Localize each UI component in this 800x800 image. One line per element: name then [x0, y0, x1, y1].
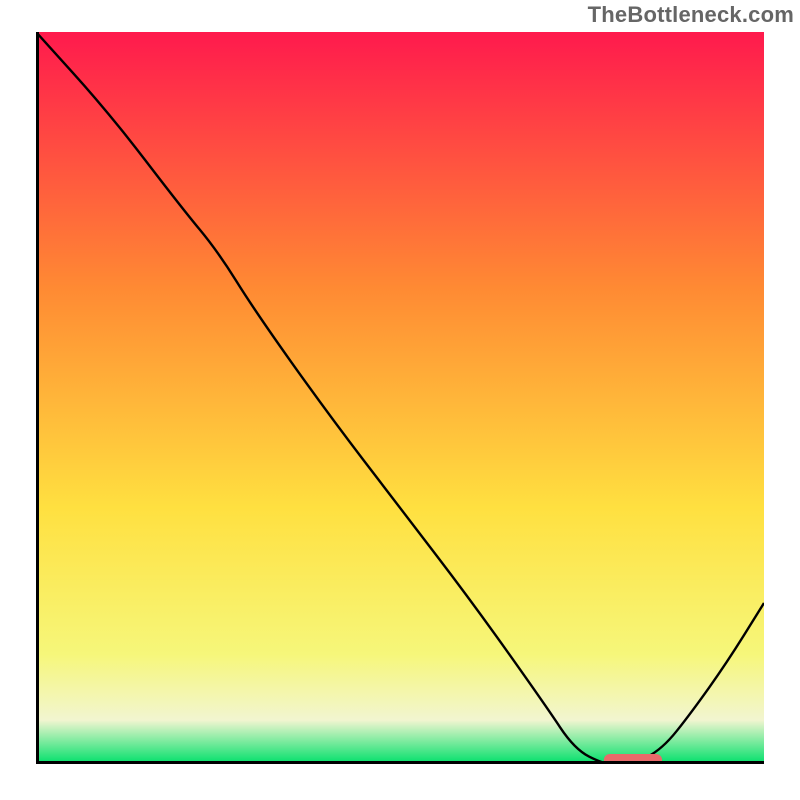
plot-svg [36, 32, 764, 764]
chart-container: TheBottleneck.com [0, 0, 800, 800]
plot-background-gradient [36, 32, 764, 764]
watermark-text: TheBottleneck.com [588, 2, 794, 28]
plot-area [36, 32, 764, 764]
